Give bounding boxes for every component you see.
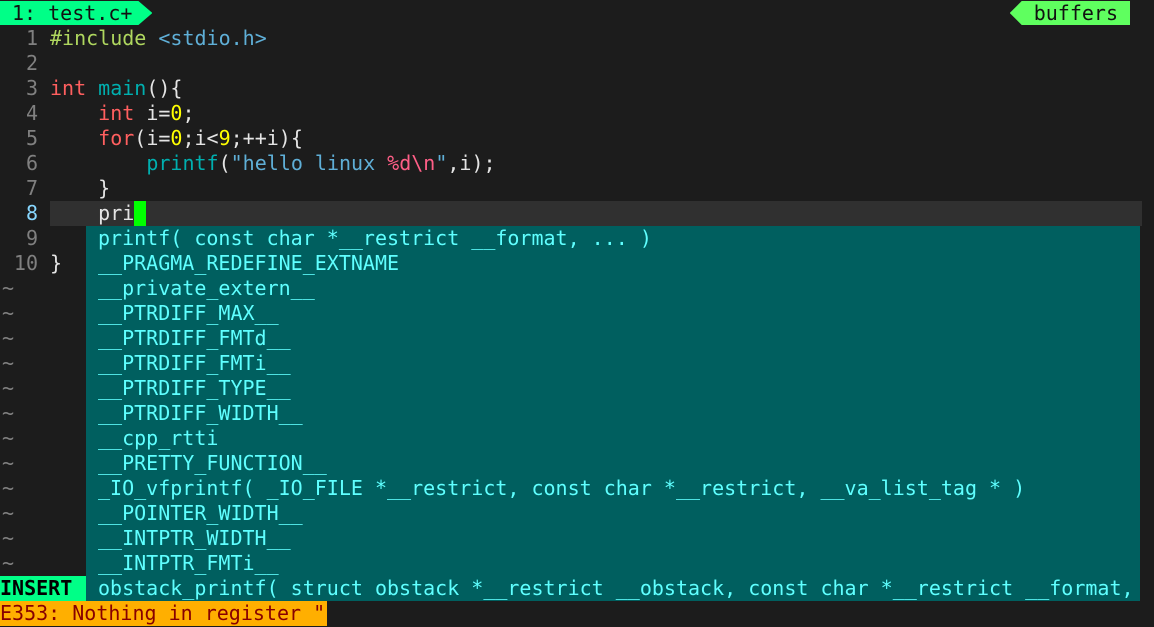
- code-token: (i=: [134, 126, 171, 150]
- code-line[interactable]: 5 for(i=0;i<9;++i){: [0, 126, 1154, 151]
- empty-line-tilde: ~: [2, 351, 15, 375]
- line-number: 10: [13, 251, 38, 275]
- code-token: pri: [50, 201, 135, 225]
- code-token: 0: [170, 126, 183, 150]
- line-number: 2: [25, 51, 38, 75]
- completion-item[interactable]: obstack_printf( struct obstack *__restri…: [98, 576, 1134, 601]
- code-text: int i=0;: [50, 101, 195, 126]
- error-message: E353: Nothing in register ": [0, 601, 328, 626]
- buffers-label: buffers: [1009, 1, 1130, 25]
- code-line[interactable]: 4 int i=0;: [0, 101, 1154, 126]
- code-token: 0: [170, 101, 183, 125]
- code-text: #include <stdio.h>: [50, 26, 267, 51]
- code-token: }: [50, 176, 111, 200]
- completion-popup[interactable]: printf( const char *__restrict __format,…: [86, 226, 1140, 601]
- completion-item[interactable]: printf( const char *__restrict __format,…: [98, 226, 652, 251]
- code-token: ": [435, 151, 448, 175]
- code-text: int main(){: [50, 76, 182, 101]
- code-line[interactable]: 6 printf("hello linux %d\n",i);: [0, 151, 1154, 176]
- code-token: main: [98, 76, 147, 100]
- completion-item[interactable]: _IO_vfprintf( _IO_FILE *__restrict, cons…: [98, 476, 1025, 501]
- line-number: 4: [25, 101, 38, 125]
- code-token: ;: [182, 101, 195, 125]
- code-token: ;++i){: [230, 126, 303, 150]
- code-token: <stdio.h>: [158, 26, 267, 50]
- completion-item[interactable]: __INTPTR_WIDTH__: [98, 526, 291, 551]
- line-number: 3: [25, 76, 38, 100]
- code-token: #include: [50, 26, 159, 50]
- completion-item[interactable]: __PTRDIFF_WIDTH__: [98, 401, 303, 426]
- completion-item[interactable]: __private_extern__: [98, 276, 315, 301]
- code-line[interactable]: 8 pri: [0, 201, 1154, 226]
- empty-line-tilde: ~: [2, 451, 15, 475]
- empty-line-tilde: ~: [2, 276, 15, 300]
- code-token: i=: [134, 101, 171, 125]
- code-text: for(i=0;i<9;++i){: [50, 126, 303, 151]
- empty-line-tilde: ~: [2, 551, 15, 575]
- mode-indicator: INSERT: [0, 576, 86, 601]
- code-token: 9: [218, 126, 231, 150]
- empty-line-tilde: ~: [2, 526, 15, 550]
- text-cursor: [134, 201, 147, 226]
- code-line[interactable]: 7 }: [0, 176, 1154, 201]
- code-token: ;i<: [182, 126, 219, 150]
- code-line[interactable]: 1 #include <stdio.h>: [0, 26, 1154, 51]
- buffer-tab-test-c[interactable]: 1: test.c+: [0, 1, 152, 25]
- completion-item[interactable]: __PTRDIFF_MAX__: [98, 301, 279, 326]
- completion-item[interactable]: __POINTER_WIDTH__: [98, 501, 303, 526]
- code-token: int: [98, 101, 135, 125]
- code-token: (: [218, 151, 231, 175]
- code-text: }: [50, 251, 62, 276]
- completion-item[interactable]: __PTRDIFF_FMTd__: [98, 326, 291, 351]
- code-token: %d\n: [387, 151, 436, 175]
- code-line[interactable]: 2: [0, 51, 1154, 76]
- empty-line-tilde: ~: [2, 326, 15, 350]
- code-token: }: [50, 251, 63, 275]
- empty-line-tilde: ~: [2, 301, 15, 325]
- completion-item[interactable]: __PTRDIFF_FMTi__: [98, 351, 291, 376]
- empty-line-tilde: ~: [2, 426, 15, 450]
- code-token: (){: [146, 76, 183, 100]
- empty-line-tilde: ~: [2, 376, 15, 400]
- code-token: printf: [146, 151, 219, 175]
- code-text: pri: [50, 201, 147, 226]
- code-text: printf("hello linux %d\n",i);: [50, 151, 496, 176]
- completion-item[interactable]: __PTRDIFF_TYPE__: [98, 376, 291, 401]
- completion-item[interactable]: __INTPTR_FMTi__: [98, 551, 279, 576]
- line-number: 9: [25, 226, 38, 250]
- completion-item[interactable]: __PRAGMA_REDEFINE_EXTNAME: [98, 251, 399, 276]
- empty-line-tilde: ~: [2, 401, 15, 425]
- code-text: }: [50, 176, 110, 201]
- completion-item[interactable]: __PRETTY_FUNCTION__: [98, 451, 327, 476]
- line-number: 7: [25, 176, 38, 200]
- line-number: 5: [25, 126, 38, 150]
- code-line[interactable]: 3 int main(){: [0, 76, 1154, 101]
- line-number: 6: [25, 151, 38, 175]
- line-number: 1: [25, 26, 38, 50]
- code-token: for: [98, 126, 135, 150]
- empty-line-tilde: ~: [2, 501, 15, 525]
- completion-item[interactable]: __cpp_rtti: [98, 426, 218, 451]
- line-number: 8: [25, 201, 38, 225]
- code-token: int: [50, 76, 87, 100]
- code-token: "hello linux: [230, 151, 388, 175]
- code-token: ,i);: [447, 151, 496, 175]
- empty-line-tilde: ~: [2, 476, 15, 500]
